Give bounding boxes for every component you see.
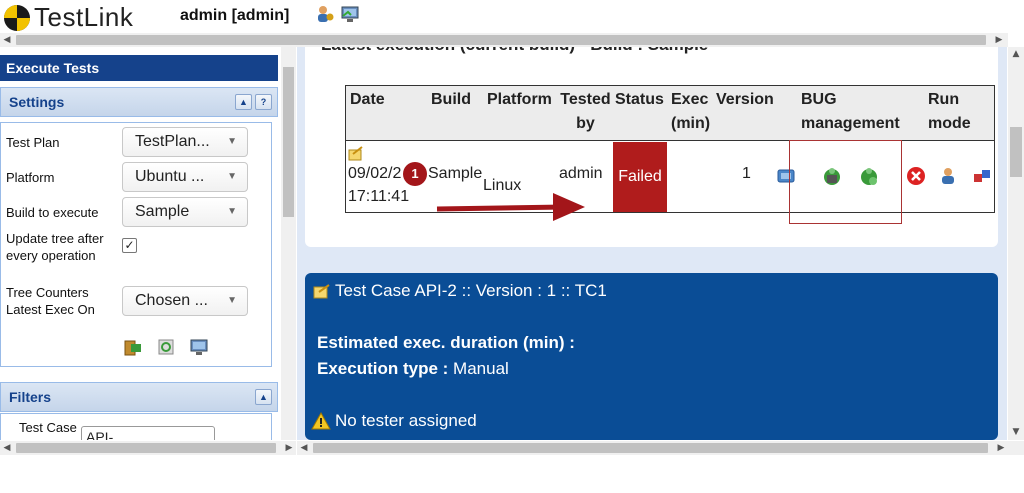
scroll-left-arrow-icon[interactable]: ◀ <box>0 33 14 47</box>
test-plan-label: Test Plan <box>6 135 60 150</box>
update-tree-label: Update tree after every operation <box>6 231 104 263</box>
refresh-icon[interactable] <box>156 337 176 357</box>
monitor-icon[interactable] <box>189 337 209 357</box>
test-case-label: Test Case <box>19 420 77 435</box>
main-vscrollbar[interactable]: ▲ ▼ <box>1008 47 1024 440</box>
testlink-logo-icon <box>4 4 30 31</box>
scroll-down-arrow-icon[interactable]: ▼ <box>1009 425 1023 439</box>
update-tree-checkbox[interactable]: ✓ <box>122 238 137 253</box>
col-platform: Platform <box>487 91 552 108</box>
chevron-down-icon: ▼ <box>227 206 237 217</box>
annotation-badge: 1 <box>403 162 427 186</box>
estimated-duration-text: Estimated exec. duration (min) : <box>317 333 575 352</box>
no-tester-text: No tester assigned <box>335 411 477 430</box>
col-bug-management: BUG management <box>801 91 900 132</box>
top-left-hscrollbar[interactable]: ◀ ▶ <box>0 33 1008 47</box>
left-vscroll-thumb[interactable] <box>283 67 294 217</box>
user-settings-icon[interactable] <box>315 4 335 24</box>
platform-select[interactable]: Ubuntu ... ▼ <box>122 162 248 192</box>
test-case-filter-value: API- <box>86 429 114 440</box>
col-version: Version <box>716 91 774 108</box>
exec-time: 17:11:41 <box>348 188 410 205</box>
testlink-logo[interactable]: TestLink <box>4 2 133 33</box>
status-badge: Failed <box>613 142 667 212</box>
tree-counters-label: Tree Counters Latest Exec On <box>6 285 95 317</box>
exec-version: 1 <box>742 165 751 182</box>
filters-title: Filters <box>9 389 52 405</box>
filters-body: Test Case API- <box>0 413 272 440</box>
chevron-down-icon: ▼ <box>227 295 237 306</box>
execution-type-value: Manual <box>453 359 509 378</box>
main-hscroll-thumb[interactable] <box>313 443 988 453</box>
edit-note-icon[interactable] <box>348 146 364 162</box>
left-hscroll-thumb[interactable] <box>16 443 276 453</box>
execution-type-label: Execution type : <box>317 359 449 378</box>
scroll-right-arrow-icon[interactable]: ▶ <box>992 33 1006 47</box>
col-run-mode: Run mode <box>928 91 971 132</box>
col-tested-by: Tested by <box>560 91 611 132</box>
col-exec-min: Exec (min) <box>671 91 711 132</box>
test-case-icon <box>313 284 330 299</box>
main-panel: Latest execution (current build) - Build… <box>297 47 1007 440</box>
scroll-left-arrow-icon[interactable]: ◀ <box>0 441 14 455</box>
scroll-right-arrow-icon[interactable]: ▶ <box>994 441 1008 455</box>
exec-tested-by: admin <box>559 165 603 182</box>
execution-type: Execution type : Manual <box>317 359 509 379</box>
platform-value: Ubuntu ... <box>135 168 205 185</box>
estimated-duration-label: Estimated exec. duration (min) : <box>317 333 575 353</box>
test-case-panel: Test Case API-2 :: Version : 1 :: TC1 Es… <box>305 273 998 440</box>
execute-tests-title: Execute Tests <box>0 55 278 81</box>
logo-text: TestLink <box>34 2 134 32</box>
cubes-icon[interactable] <box>972 166 992 186</box>
settings-panel-header[interactable]: Settings ▲ ? <box>0 87 278 117</box>
left-panel: Execute Tests Settings ▲ ? Test Plan Tes… <box>0 47 280 440</box>
collapse-icon[interactable]: ▲ <box>235 94 252 110</box>
manual-run-mode-icon[interactable] <box>938 166 958 186</box>
tree-counters-value: Chosen ... <box>135 292 208 309</box>
scroll-right-arrow-icon[interactable]: ▶ <box>282 441 296 455</box>
exec-date: 09/02/2 <box>348 165 402 182</box>
scroll-up-arrow-icon[interactable]: ▲ <box>1009 47 1023 61</box>
chevron-down-icon: ▼ <box>227 171 237 182</box>
main-bottom-hscrollbar[interactable]: ◀ ▶ <box>297 441 1024 455</box>
exec-build: Sample <box>428 165 483 182</box>
col-date: Date <box>350 91 385 108</box>
test-plan-select[interactable]: TestPlan... ▼ <box>122 127 248 157</box>
chevron-down-icon: ▼ <box>227 136 237 147</box>
test-case-filter-input[interactable]: API- <box>81 426 215 440</box>
top-bar: TestLink admin [admin] <box>0 0 1024 33</box>
annotation-arrow-icon <box>436 193 585 221</box>
main-vscroll-thumb[interactable] <box>1010 127 1022 177</box>
col-build: Build <box>431 91 471 108</box>
settings-title: Settings <box>9 94 65 110</box>
delete-icon[interactable] <box>906 166 926 186</box>
hscroll-thumb[interactable] <box>16 35 986 45</box>
col-status: Status <box>615 91 664 108</box>
latest-execution-heading: Latest execution (current build) - Build… <box>321 47 708 55</box>
help-icon[interactable]: ? <box>255 94 272 110</box>
left-bottom-hscrollbar[interactable]: ◀ ▶ <box>0 441 296 455</box>
filters-panel-header[interactable]: Filters ▲ <box>0 382 278 412</box>
build-label: Build to execute <box>6 205 99 220</box>
user-info: admin [admin] <box>180 7 290 24</box>
tree-counters-select[interactable]: Chosen ... ▼ <box>122 286 248 316</box>
scroll-left-arrow-icon[interactable]: ◀ <box>297 441 311 455</box>
table-header-row: Date Build Platform Tested by Status Exe… <box>346 86 994 141</box>
test-plan-value: TestPlan... <box>135 133 210 150</box>
latest-execution-box: Latest execution (current build) - Build… <box>305 47 998 247</box>
platform-label: Platform <box>6 170 55 185</box>
export-icon[interactable] <box>123 337 143 357</box>
test-case-title: Test Case API-2 :: Version : 1 :: TC1 <box>335 281 607 300</box>
settings-body: Test Plan TestPlan... ▼ Platform Ubuntu … <box>0 122 272 367</box>
bug-management-highlight <box>789 140 902 224</box>
warning-icon <box>311 412 331 430</box>
build-value: Sample <box>135 203 190 220</box>
build-select[interactable]: Sample ▼ <box>122 197 248 227</box>
desktop-icon[interactable] <box>340 4 360 24</box>
collapse-icon[interactable]: ▲ <box>255 389 272 405</box>
left-vscrollbar[interactable] <box>281 47 296 440</box>
